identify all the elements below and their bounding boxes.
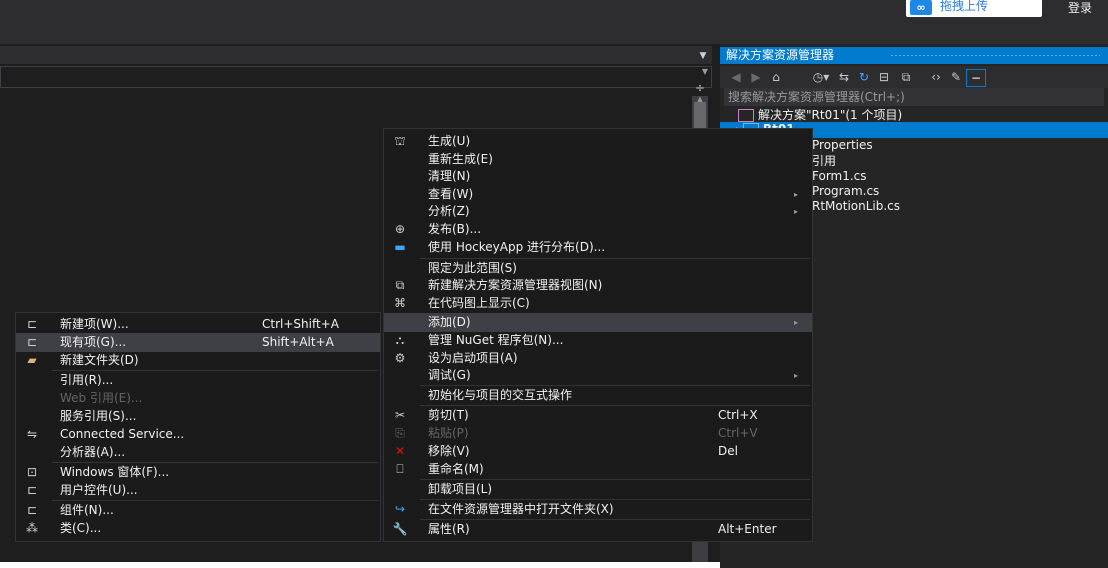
remove-icon: ✕ <box>394 444 406 458</box>
project-context-menu: ⛫ 生成(U) 重新生成(E) 清理(N) 查看(W) ▸ 分析(Z) ▸ ⊕ 发布(B… <box>383 128 813 542</box>
menu-item-show-on-code-map[interactable]: ⌘ 在代码图上显示(C) <box>384 294 812 313</box>
refresh-icon[interactable]: ↻ <box>856 69 872 85</box>
drag-grip[interactable] <box>890 54 1100 57</box>
new-view-icon: ⧉ <box>395 278 405 292</box>
menu-item-add[interactable]: 添加(D) ▸ <box>384 313 812 332</box>
menu-item-clean[interactable]: 清理(N) <box>384 167 812 186</box>
back-icon[interactable]: ◀ <box>728 69 744 85</box>
user-control-icon: ⊏ <box>26 483 38 497</box>
forward-icon[interactable]: ▶ <box>748 69 764 85</box>
menu-item-hockeyapp[interactable]: ▬ 使用 HockeyApp 进行分布(D)... <box>384 238 812 257</box>
menu-item-manage-nuget[interactable]: ⛬ 管理 NuGet 程序包(N)... <box>384 331 812 350</box>
tree-item-rtmotionlib[interactable]: RtMotionLib.cs <box>812 198 900 215</box>
submenu-item-new-item[interactable]: ⊏ 新建项(W)... Ctrl+Shift+A <box>16 315 380 334</box>
login-link[interactable]: 登录 <box>1068 0 1108 16</box>
chevron-down-icon[interactable]: ▼ <box>700 68 710 76</box>
existing-item-icon: ⊏ <box>26 335 38 349</box>
menu-item-cut[interactable]: ✂ 剪切(T) Ctrl+X <box>384 406 812 425</box>
wrench-icon: 🔧 <box>392 522 408 536</box>
connected-service-icon: ⇋ <box>26 427 38 441</box>
editor-tab-strip <box>0 46 712 64</box>
submenu-item-service-reference[interactable]: 服务引用(S)... <box>16 407 380 426</box>
upload-button[interactable]: ∞ 拖拽上传 <box>906 0 1042 17</box>
menu-item-analyze[interactable]: 分析(Z) ▸ <box>384 202 812 221</box>
submenu-arrow-icon: ▸ <box>794 371 799 380</box>
submenu-item-new-folder[interactable]: ▰ 新建文件夹(D) <box>16 351 380 370</box>
show-all-files-icon[interactable]: ⧉ <box>898 69 914 85</box>
submenu-arrow-icon: ▸ <box>794 318 799 327</box>
home-icon[interactable]: ⌂ <box>768 69 784 85</box>
menu-item-publish[interactable]: ⊕ 发布(B)... <box>384 220 812 239</box>
status-bar-gap <box>0 562 720 568</box>
upload-label: 拖拽上传 <box>940 0 989 13</box>
submenu-item-analyzer[interactable]: 分析器(A)... <box>16 443 380 462</box>
menu-item-properties[interactable]: 🔧 属性(R) Alt+Enter <box>384 520 812 539</box>
submenu-item-user-control[interactable]: ⊏ 用户控件(U)... <box>16 481 380 500</box>
submenu-item-reference[interactable]: 引用(R)... <box>16 371 380 390</box>
solution-explorer-search-input[interactable]: 搜索解决方案资源管理器(Ctrl+;) <box>724 88 1104 106</box>
code-map-icon: ⌘ <box>394 296 406 310</box>
submenu-item-web-reference[interactable]: Web 引用(E)... <box>16 389 380 408</box>
submenu-item-windows-form[interactable]: ⊡ Windows 窗体(F)... <box>16 463 380 482</box>
solution-explorer-toolbar: ◀ ▶ ⌂ ◷▾ ⇆ ↻ ⊟ ⧉ ‹› ✎ − <box>720 66 1108 88</box>
menu-item-remove[interactable]: ✕ 移除(V) Del <box>384 442 812 461</box>
editor-navigation-bar[interactable] <box>0 66 712 88</box>
menu-item-unload-project[interactable]: 卸载项目(L) <box>384 480 812 499</box>
menu-item-paste[interactable]: ⎘ 粘贴(P) Ctrl+V <box>384 424 812 443</box>
sync-icon[interactable]: ⇆ <box>836 69 852 85</box>
submenu-arrow-icon: ▸ <box>794 207 799 216</box>
search-placeholder: 搜索解决方案资源管理器(Ctrl+;) <box>728 90 905 104</box>
windows-form-icon: ⊡ <box>26 465 38 479</box>
build-icon: ⛫ <box>394 134 406 148</box>
menu-item-debug[interactable]: 调试(G) ▸ <box>384 366 812 385</box>
solution-explorer-header[interactable]: 解决方案资源管理器 <box>720 47 1108 64</box>
history-icon[interactable]: ◷▾ <box>808 69 834 85</box>
menu-item-open-in-explorer[interactable]: ↪ 在文件资源管理器中打开文件夹(X) <box>384 500 812 519</box>
tree-item-properties[interactable]: Properties <box>812 137 873 154</box>
solution-explorer-title: 解决方案资源管理器 <box>726 48 835 62</box>
open-folder-icon: ↪ <box>394 502 406 516</box>
menu-item-init-interactive[interactable]: 初始化与项目的交互式操作 <box>384 386 812 405</box>
properties-icon[interactable]: ✎ <box>948 69 964 85</box>
split-editor-icon[interactable]: ÷ <box>694 82 706 94</box>
code-view-icon[interactable]: ‹› <box>928 69 944 85</box>
menu-item-build[interactable]: ⛫ 生成(U) <box>384 132 812 151</box>
submenu-item-class[interactable]: ⁂ 类(C)... <box>16 519 380 538</box>
paste-icon: ⎘ <box>395 426 405 440</box>
new-item-icon: ⊏ <box>26 317 38 331</box>
tab-list-dropdown-icon[interactable]: ▼ <box>698 52 708 61</box>
new-folder-icon: ▰ <box>27 353 37 367</box>
menu-item-rename[interactable]: ⎕ 重命名(M) <box>384 460 812 479</box>
class-icon: ⁂ <box>26 521 38 535</box>
component-icon: ⊏ <box>26 503 38 517</box>
menu-item-new-se-view[interactable]: ⧉ 新建解决方案资源管理器视图(N) <box>384 276 812 295</box>
collapse-all-icon[interactable]: ⊟ <box>876 69 892 85</box>
submenu-item-component[interactable]: ⊏ 组件(N)... <box>16 501 380 520</box>
add-submenu: ⊏ 新建项(W)... Ctrl+Shift+A ⊏ 现有项(G)... Shift+A… <box>15 312 381 542</box>
submenu-item-connected-service[interactable]: ⇋ Connected Service... <box>16 425 380 444</box>
upload-logo-icon: ∞ <box>910 0 932 15</box>
hockeyapp-icon: ▬ <box>394 240 406 254</box>
publish-icon: ⊕ <box>394 222 406 236</box>
submenu-item-existing-item[interactable]: ⊏ 现有项(G)... Shift+Alt+A <box>16 333 380 352</box>
cut-icon: ✂ <box>394 408 406 422</box>
nuget-icon: ⛬ <box>395 333 405 347</box>
rename-icon: ⎕ <box>396 462 404 476</box>
pin-icon[interactable]: − <box>966 69 986 87</box>
